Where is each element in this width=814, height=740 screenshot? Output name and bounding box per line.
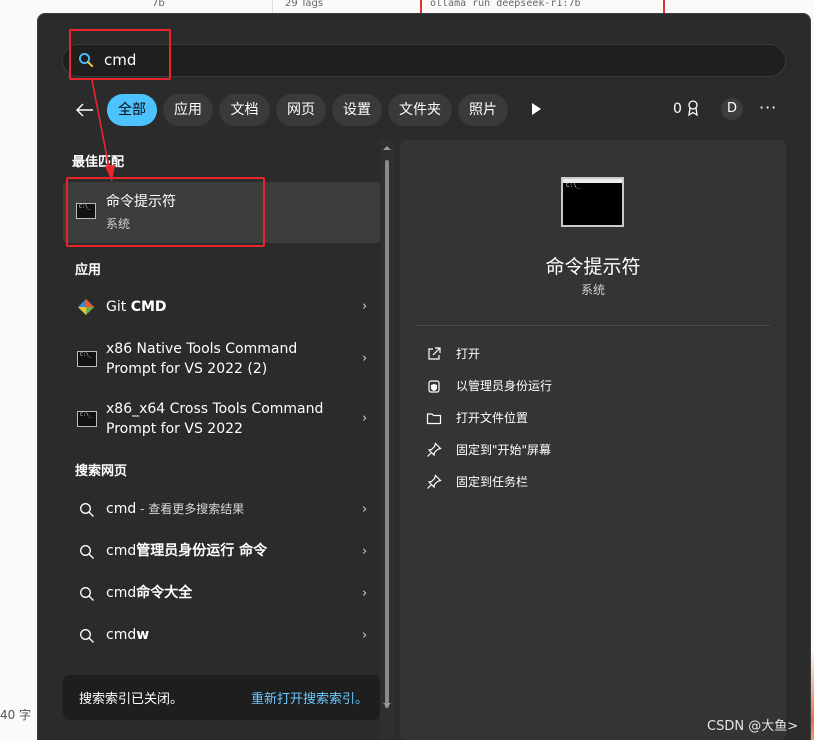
open-external-icon (428, 347, 441, 360)
chevron-right-icon: › (362, 628, 368, 643)
chevron-right-icon: › (362, 351, 368, 366)
back-button[interactable] (72, 97, 98, 123)
scrollbar-thumb[interactable] (385, 160, 389, 708)
scroll-down-icon[interactable] (382, 700, 392, 710)
watermark: CSDN @大鱼> (707, 719, 799, 734)
git-icon (78, 299, 94, 315)
web-result-query: cmd (106, 543, 137, 559)
chevron-right-icon: › (362, 299, 368, 314)
pin-icon (427, 442, 442, 457)
filter-chip-web[interactable]: 网页 (276, 94, 326, 126)
app-item-label: x86 Native Tools Command (106, 341, 298, 357)
action-label: 打开文件位置 (456, 411, 529, 425)
action-label: 固定到任务栏 (456, 475, 529, 489)
web-result-query: cmd (106, 585, 137, 601)
folder-icon (426, 413, 442, 425)
search-icon (80, 545, 94, 559)
chevron-right-icon: › (362, 586, 368, 601)
app-item-label-bold: CMD (130, 299, 167, 315)
chevron-right-icon: › (362, 502, 368, 517)
web-result-bold: 命令大全 (136, 585, 193, 601)
filter-chip-folders[interactable]: 文件夹 (388, 94, 452, 126)
rewards-count[interactable]: 0 (673, 101, 682, 117)
search-icon (80, 503, 94, 517)
section-heading-web: 搜索网页 (75, 464, 128, 479)
background-fragment: 40 字 (0, 708, 32, 722)
web-result-suffix: - 查看更多搜索结果 (136, 502, 245, 516)
search-index-status: 搜索索引已关闭。 (79, 692, 184, 707)
app-item-label: x86_x64 Cross Tools Command (106, 401, 324, 417)
background-cell: 29 Tags (285, 0, 324, 9)
filter-chip-apps[interactable]: 应用 (163, 94, 213, 126)
web-result-bold: w (136, 627, 150, 643)
filter-chip-all[interactable]: 全部 (107, 94, 157, 126)
action-label: 打开 (456, 347, 481, 361)
more-options-button[interactable]: ··· (759, 100, 777, 116)
command-prompt-icon (77, 351, 97, 367)
chevron-right-icon: › (362, 411, 368, 426)
search-icon (80, 587, 94, 601)
web-result-query: cmd (106, 627, 137, 643)
app-item-label: Prompt for VS 2022 (106, 421, 243, 437)
filter-chip-documents[interactable]: 文档 (219, 94, 270, 126)
search-icon (80, 629, 94, 643)
detail-divider (416, 325, 770, 326)
app-item-label: Git (106, 299, 131, 315)
section-heading-apps: 应用 (75, 263, 102, 278)
web-result-bold: 管理员身份运行 命令 (136, 543, 268, 559)
filter-chip-photos[interactable]: 照片 (458, 94, 508, 126)
detail-title: 命令提示符 (545, 256, 641, 278)
web-result-query: cmd (106, 501, 137, 517)
chevron-right-icon: › (362, 544, 368, 559)
scroll-up-icon[interactable] (382, 143, 392, 153)
command-prompt-icon (77, 411, 97, 427)
filter-chip-settings[interactable]: 设置 (332, 94, 382, 126)
more-filters-play-icon[interactable] (528, 101, 544, 117)
app-item-label: Prompt for VS 2022 (2) (106, 361, 268, 377)
reopen-search-index-link[interactable]: 重新打开搜索索引。 (251, 688, 368, 707)
annotation-box-search (69, 29, 171, 80)
action-label: 以管理员身份运行 (456, 379, 553, 393)
back-arrow-icon (76, 103, 93, 117)
background-cell: 7b (152, 0, 165, 9)
detail-subtitle: 系统 (580, 283, 605, 297)
section-heading-best-match: 最佳匹配 (72, 155, 125, 170)
shield-admin-icon (428, 380, 440, 393)
annotation-box-best-match (66, 177, 265, 247)
pin-icon (427, 474, 442, 489)
detail-pane (400, 140, 786, 740)
command-prompt-large-icon: C:\_ (561, 177, 624, 227)
avatar[interactable]: D (721, 98, 743, 120)
action-label: 固定到"开始"屏幕 (456, 443, 552, 457)
rewards-trophy-icon[interactable] (685, 99, 701, 117)
